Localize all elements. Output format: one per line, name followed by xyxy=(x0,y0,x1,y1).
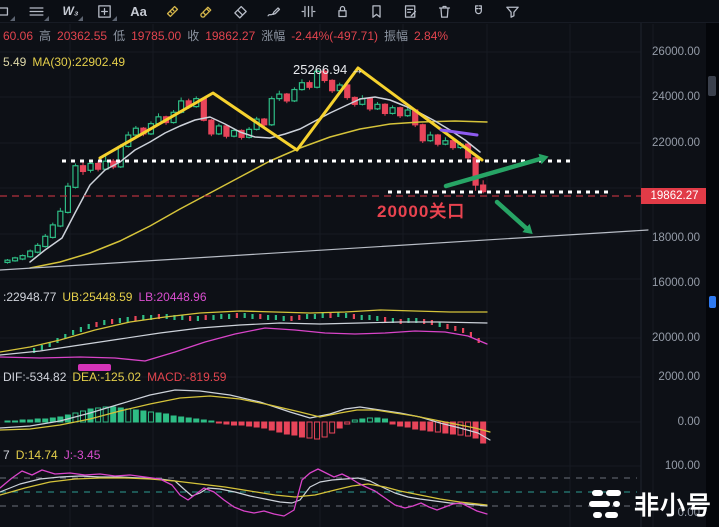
macd-dif-value: DIF:-534.82 xyxy=(3,370,67,384)
chart-canvas xyxy=(0,22,654,527)
boll-lb-value: LB:20448.96 xyxy=(138,290,207,304)
scrollbar-thumb[interactable] xyxy=(708,76,716,96)
dropdown-caret-icon xyxy=(78,16,83,21)
ruler-circle-tool-icon[interactable] xyxy=(197,2,216,20)
macd-pane xyxy=(0,389,491,444)
boll-pane xyxy=(0,309,488,362)
boll-ub-value: UB:25448.59 xyxy=(62,290,133,304)
axis-label: 18000.00 xyxy=(652,232,700,244)
kdj-k-value: 7 xyxy=(3,448,10,462)
lock-tool-icon[interactable] xyxy=(333,2,352,20)
close-value: 19862.27 xyxy=(205,29,256,43)
notes-tool-icon[interactable] xyxy=(401,2,420,20)
boll-info-row: :22948.77 UB:25448.59 LB:20448.96 xyxy=(3,290,213,304)
axis-label: 26000.00 xyxy=(652,46,700,58)
low-label: 低 xyxy=(113,29,126,43)
kdj-pane xyxy=(0,468,637,517)
magnet-tool-icon[interactable] xyxy=(469,2,488,20)
cursor-tool-icon[interactable] xyxy=(0,2,15,21)
low-value: 19785.00 xyxy=(131,29,182,43)
feixiaohao-watermark: 非小号 xyxy=(588,486,712,522)
axis-label: 0.00 xyxy=(677,416,700,428)
dropdown-caret-icon xyxy=(112,16,117,21)
ohlc-info-row: 60.06 高 20362.55 低 19785.00 收 19862.27 涨幅 -2.44%… xyxy=(3,27,454,44)
open-value: 60.06 xyxy=(3,29,34,43)
amplitude-value: 2.84% xyxy=(414,29,449,43)
change-value: -2.44%(-497.71) xyxy=(291,29,378,43)
measure-tool-icon[interactable] xyxy=(299,2,318,20)
amplitude-label: 振幅 xyxy=(384,29,409,43)
feixiaohao-logo-text: 非小号 xyxy=(633,492,712,520)
scrollbar-marker[interactable] xyxy=(709,296,716,308)
kdj-info-row: 7 D:14.74 J:-3.45 xyxy=(3,448,106,462)
lines-tool-icon[interactable] xyxy=(27,2,49,21)
axis-label: 100.00 xyxy=(664,460,700,472)
high-label: 高 xyxy=(39,29,52,43)
trading-chart-app: W₃ Aa 60.06 高 20362.55 低 19785.00 收 19862.27 涨幅 -… xyxy=(0,0,719,527)
change-label: 涨幅 xyxy=(261,29,286,43)
ruler-tool-icon[interactable] xyxy=(163,2,182,20)
macd-value: MACD:-819.59 xyxy=(147,370,227,384)
axis-label: 16000.00 xyxy=(652,277,700,289)
macd-info-row: DIF:-534.82 DEA:-125.02 MACD:-819.59 xyxy=(3,370,232,384)
filter-tool-icon[interactable] xyxy=(503,2,522,20)
kdj-j-value: J:-3.45 xyxy=(63,448,101,462)
wave-tool-icon[interactable]: W₃ xyxy=(61,2,83,21)
right-scroll-strip xyxy=(706,22,719,527)
bookmark-tool-icon[interactable] xyxy=(367,2,386,20)
kdj-d-value: D:14.74 xyxy=(15,448,58,462)
eraser-tool-icon[interactable] xyxy=(231,2,250,20)
axis-label: 2000.00 xyxy=(658,371,700,383)
axis-label: 22000.00 xyxy=(652,137,700,149)
pencil-tool-icon[interactable] xyxy=(265,2,284,20)
axis-label: 20000.00 xyxy=(652,332,700,344)
ma-info-row: 5.49 MA(30):22902.49 xyxy=(3,55,131,69)
text-tool-icon[interactable]: Aa xyxy=(129,2,148,20)
trash-tool-icon[interactable] xyxy=(435,2,454,20)
boll-mb-value: :22948.77 xyxy=(3,290,57,304)
peak-price-annotation: 25266.94 → xyxy=(293,62,364,77)
drawing-toolbar: W₃ Aa xyxy=(0,0,719,23)
high-value: 20362.55 xyxy=(57,29,108,43)
dropdown-caret-icon xyxy=(44,16,49,21)
pattern-tool-icon[interactable] xyxy=(95,2,117,21)
axis-label: 24000.00 xyxy=(652,91,700,103)
support-level-annotation: 20000关口 xyxy=(377,202,466,221)
macd-dea-value: DEA:-125.02 xyxy=(72,370,142,384)
last-price-badge: 19862.27 xyxy=(641,188,708,204)
feixiaohao-logo-icon xyxy=(588,489,621,518)
close-label: 收 xyxy=(187,29,200,43)
ma-fast-value: 5.49 xyxy=(3,55,27,69)
dropdown-caret-icon xyxy=(10,16,15,21)
ma30-value: MA(30):22902.49 xyxy=(32,55,126,69)
